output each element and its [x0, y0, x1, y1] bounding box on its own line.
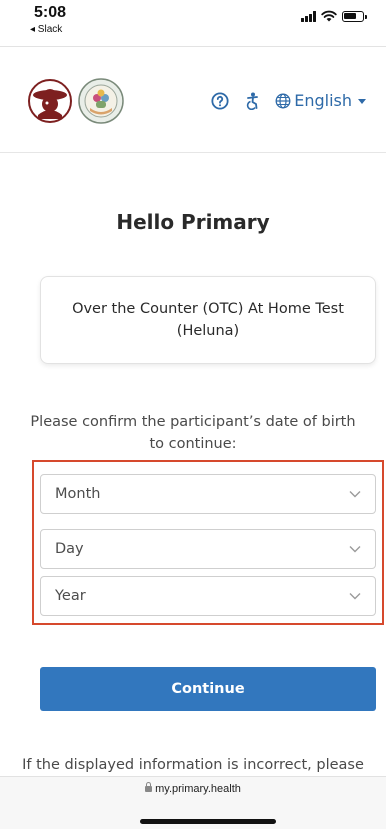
- dob-instruction: Please confirm the participant’s date of…: [30, 414, 356, 452]
- header-actions: English: [211, 91, 366, 110]
- page-title: Hello Primary: [116, 210, 270, 234]
- chevron-down-icon: [349, 491, 361, 498]
- year-select-value: Year: [55, 588, 86, 604]
- incorrect-info-note: If the displayed information is incorrec…: [22, 757, 364, 773]
- status-bar: 5:08 ◂ Slack: [0, 0, 386, 46]
- app-header: English: [0, 47, 386, 152]
- home-indicator[interactable]: [140, 819, 276, 824]
- status-time: 5:08: [34, 4, 67, 21]
- help-circle-icon[interactable]: [211, 91, 229, 110]
- language-label: English: [294, 91, 352, 110]
- caret-down-icon: [358, 99, 366, 104]
- back-to-slack-link[interactable]: ◂ Slack: [30, 24, 62, 35]
- year-select[interactable]: Year: [40, 576, 376, 616]
- day-select[interactable]: Day: [40, 529, 376, 569]
- header-divider: [0, 152, 386, 153]
- status-icons: [301, 10, 367, 22]
- day-select-value: Day: [55, 541, 84, 557]
- org-logo-icon[interactable]: [28, 79, 72, 123]
- url-bar[interactable]: my.primary.health: [0, 782, 386, 795]
- battery-icon: [342, 10, 367, 22]
- test-name: Over the Counter (OTC) At Home Test (Hel…: [72, 301, 344, 339]
- globe-icon: [275, 93, 291, 108]
- lock-icon: [145, 782, 153, 792]
- browser-bottom-bar: my.primary.health: [0, 776, 386, 829]
- partner-seal-icon[interactable]: [78, 78, 124, 124]
- wifi-icon: [321, 10, 337, 22]
- month-select-value: Month: [55, 486, 101, 502]
- chevron-down-icon: [349, 546, 361, 553]
- url-text: my.primary.health: [155, 783, 241, 795]
- chevron-down-icon: [349, 593, 361, 600]
- accessibility-icon[interactable]: [243, 92, 261, 110]
- cellular-signal-icon: [301, 10, 316, 22]
- continue-button[interactable]: Continue: [40, 667, 376, 711]
- test-info-card: Over the Counter (OTC) At Home Test (Hel…: [40, 276, 376, 364]
- month-select[interactable]: Month: [40, 474, 376, 514]
- language-selector[interactable]: English: [275, 91, 366, 110]
